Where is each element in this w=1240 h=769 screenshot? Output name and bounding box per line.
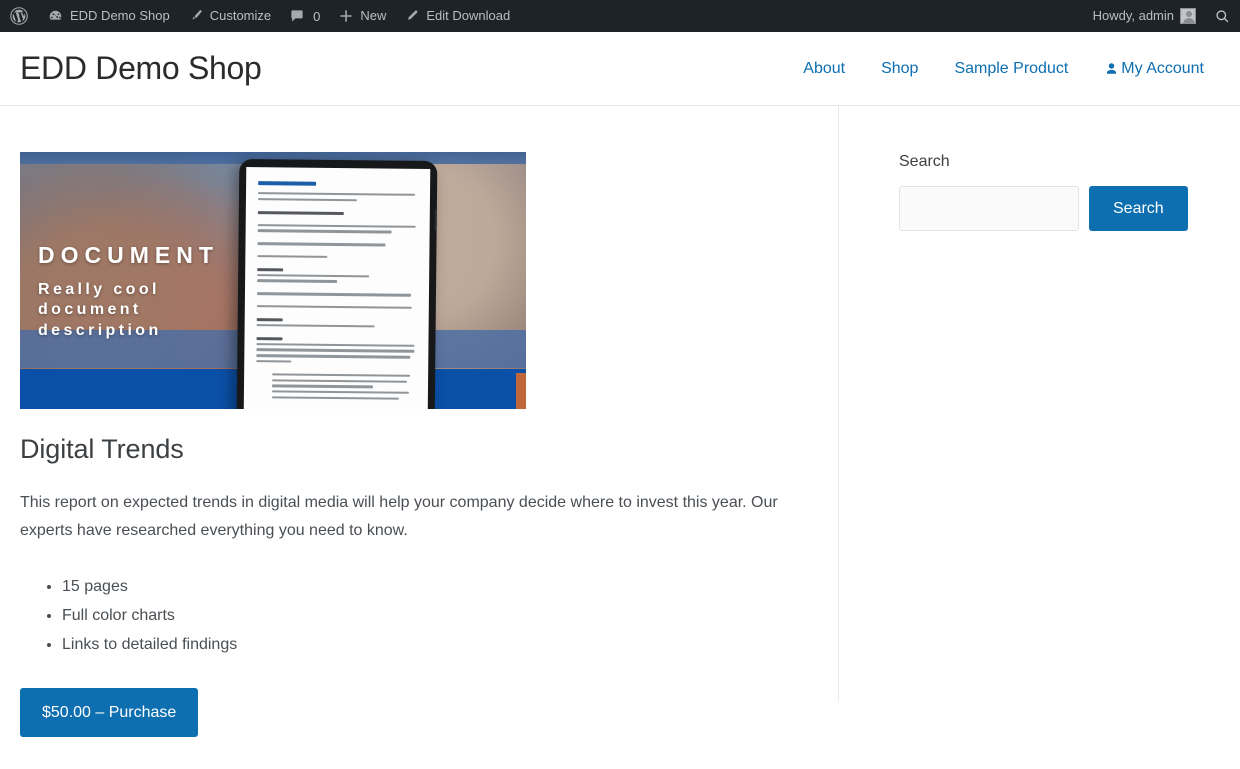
primary-navigation: About Shop Sample Product My Account [785,60,1220,78]
admin-bar-comments[interactable]: 0 [280,0,329,32]
paintbrush-icon [188,8,204,24]
wp-admin-bar: EDD Demo Shop Customize 0 [0,0,1240,32]
tablet-device-mockup [237,159,438,409]
search-widget: Search Search [899,152,1220,231]
plus-icon [338,8,354,24]
admin-bar-edit-download-label: Edit Download [426,0,510,32]
nav-item-my-account[interactable]: My Account [1086,60,1220,78]
admin-bar-customize[interactable]: Customize [179,0,280,32]
admin-bar-my-account[interactable]: Howdy, admin [1084,0,1205,32]
main-content: DOCUMENT Really cool document descriptio… [20,106,838,737]
featured-image-title: DOCUMENT [38,244,219,267]
search-icon [1214,8,1231,25]
comment-count: 0 [313,9,320,24]
page-wrapper: DOCUMENT Really cool document descriptio… [0,106,1240,737]
site-title[interactable]: EDD Demo Shop [20,51,262,86]
wp-logo-menu-item[interactable] [0,0,38,32]
featured-image-subtitle: Really cool document description [38,280,218,341]
list-item: Full color charts [62,602,808,631]
product-title: Digital Trends [20,433,808,465]
featured-image-text-block: DOCUMENT Really cool document descriptio… [38,244,219,341]
sidebar: Search Search [838,106,1220,701]
admin-bar-site-name-label: EDD Demo Shop [70,0,170,32]
admin-bar-right-group: Howdy, admin [1084,0,1240,32]
wordpress-logo-icon [9,6,29,26]
pencil-icon [404,8,420,24]
person-icon [1104,61,1119,76]
product-featured-image[interactable]: DOCUMENT Really cool document descriptio… [20,152,526,409]
nav-item-my-account-label: My Account [1121,60,1204,78]
admin-bar-new-content[interactable]: New [329,0,395,32]
user-avatar-icon [1180,8,1196,24]
nav-item-sample-product[interactable]: Sample Product [936,60,1086,78]
featured-image-accent-bar [516,373,526,409]
admin-bar-site-name[interactable]: EDD Demo Shop [38,0,179,32]
admin-bar-search[interactable] [1205,0,1240,32]
list-item: 15 pages [62,573,808,602]
admin-bar-customize-label: Customize [210,0,271,32]
dashboard-icon [47,8,64,25]
admin-bar-new-label: New [360,0,386,32]
search-form: Search [899,186,1220,231]
product-feature-list: 15 pages Full color charts Links to deta… [20,573,808,659]
nav-item-shop[interactable]: Shop [863,60,936,78]
purchase-button[interactable]: $50.00 – Purchase [20,688,198,737]
comment-bubble-icon [289,8,305,24]
search-input[interactable] [899,186,1079,231]
product-description: This report on expected trends in digita… [20,489,795,545]
search-submit-button[interactable]: Search [1089,186,1188,231]
search-widget-title: Search [899,152,1220,171]
nav-item-about[interactable]: About [785,60,863,78]
tablet-screen-document [244,167,431,409]
admin-bar-left-group: EDD Demo Shop Customize 0 [0,0,519,32]
howdy-label: Howdy, admin [1093,0,1174,32]
list-item: Links to detailed findings [62,631,808,660]
site-header: EDD Demo Shop About Shop Sample Product … [0,32,1240,106]
admin-bar-edit-download[interactable]: Edit Download [395,0,519,32]
